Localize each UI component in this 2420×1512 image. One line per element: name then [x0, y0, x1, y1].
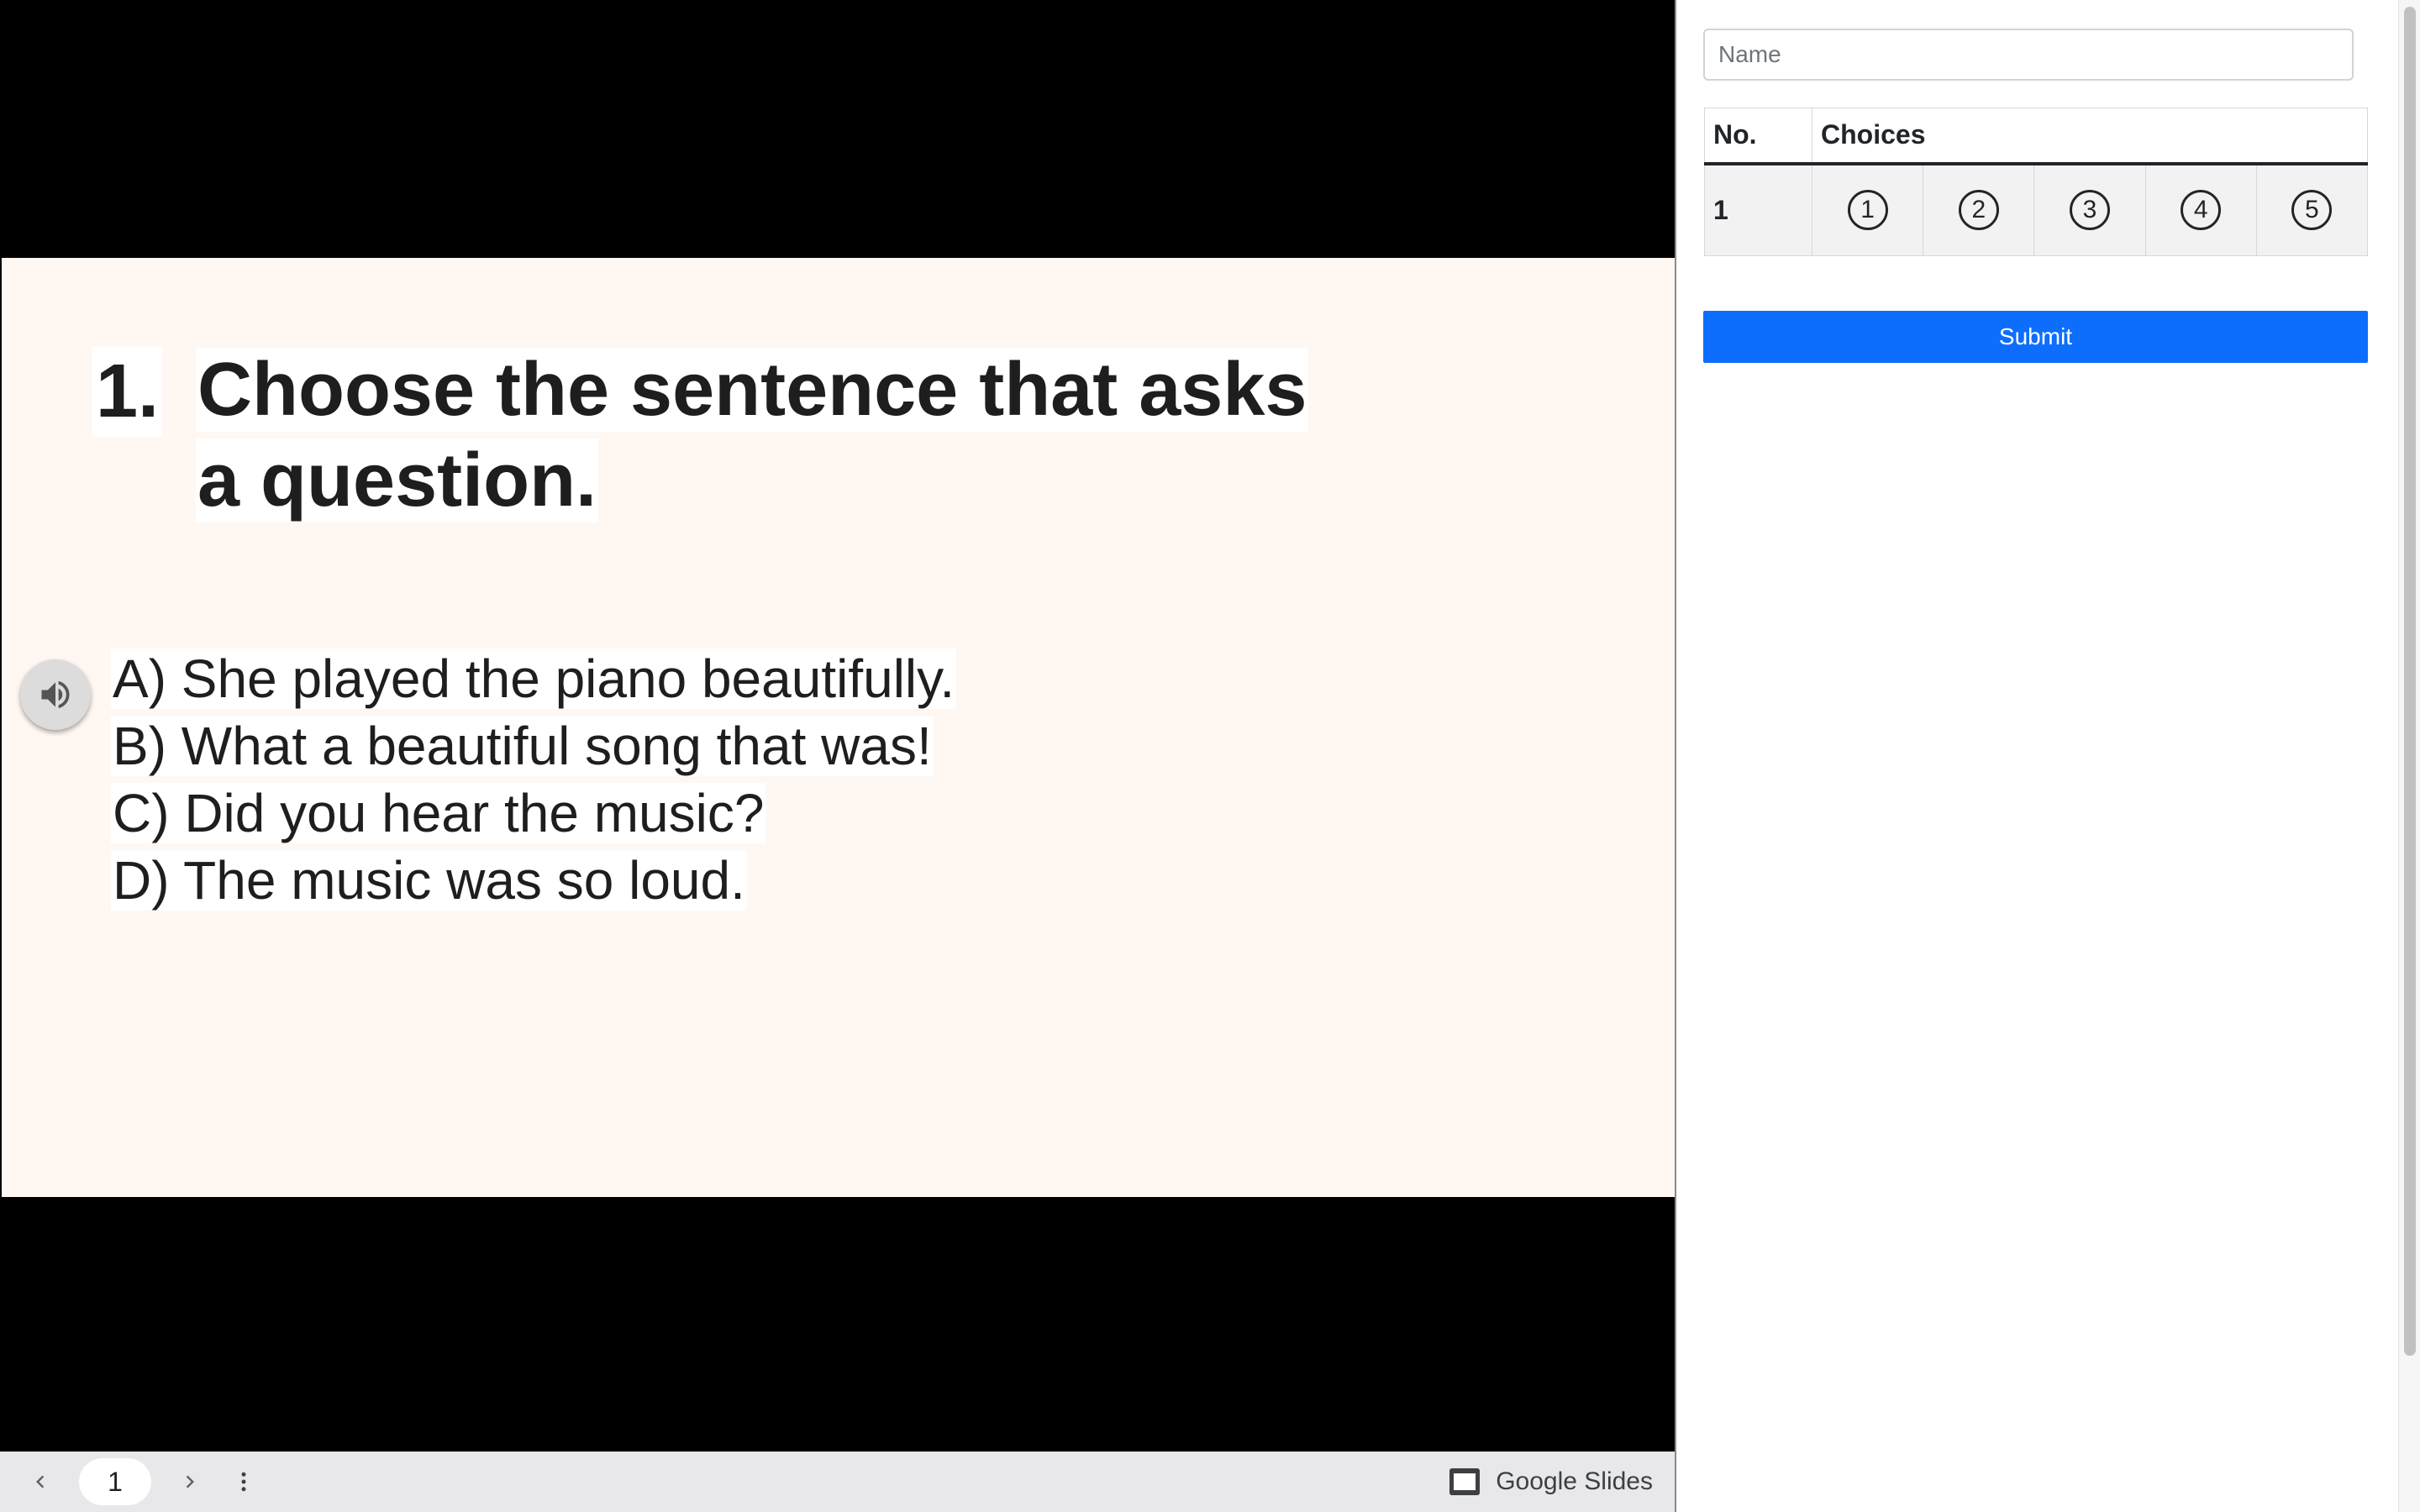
scrollbar-thumb[interactable]	[2404, 7, 2416, 1356]
page-scrollbar[interactable]	[2398, 0, 2420, 1512]
chevron-right-icon	[186, 1475, 194, 1488]
more-vert-icon	[241, 1472, 246, 1492]
question-text-label: Choose the sentence that asks a question…	[196, 348, 1309, 522]
choice-cell: 1	[1811, 163, 1924, 256]
submit-button[interactable]: Submit	[1703, 311, 2368, 363]
choice-3-radio[interactable]: 3	[2069, 190, 2110, 231]
choice-1-radio[interactable]: 1	[1847, 190, 1888, 231]
speaker-button[interactable]	[20, 659, 91, 730]
option-b: B) What a beautiful song that was!	[111, 716, 934, 776]
column-header-choices: Choices	[1812, 108, 2368, 165]
choice-cell: 2	[1923, 163, 2035, 256]
question-number: 1.	[92, 346, 163, 437]
option-a: A) She played the piano beautifully.	[111, 648, 957, 709]
choice-cell: 4	[2144, 163, 2257, 256]
option-d: D) The music was so loud.	[111, 850, 747, 911]
choice-5-radio[interactable]: 5	[2291, 190, 2333, 231]
chevron-left-icon	[36, 1475, 45, 1488]
name-input[interactable]	[1703, 29, 2354, 81]
speaker-icon	[41, 680, 70, 709]
slides-toolbar: 1 Google Slides	[0, 1452, 1675, 1512]
table-row: 1 1 2 3 4 5	[1704, 163, 2369, 256]
option-c: C) Did you hear the music?	[111, 783, 766, 843]
slides-viewer: 1. Choose the sentence that asks a quest…	[0, 0, 1676, 1512]
google-slides-label: Google Slides	[1496, 1467, 1653, 1495]
google-slides-icon	[1449, 1468, 1481, 1495]
answer-options: A) She played the piano beautifully. B) …	[111, 645, 957, 914]
next-slide-button[interactable]	[170, 1462, 210, 1502]
page-number[interactable]: 1	[79, 1458, 151, 1505]
choice-cell: 3	[2033, 163, 2146, 256]
question-no-cell: 1	[1704, 163, 1812, 256]
choice-2-radio[interactable]: 2	[1958, 190, 1999, 231]
answer-sheet-panel: No. Choices 1 1 2 3 4 5 Submit	[1702, 0, 2399, 1512]
more-options-button[interactable]	[224, 1462, 264, 1502]
choice-cell: 5	[2255, 163, 2369, 256]
question-text: Choose the sentence that asks a question…	[196, 344, 1355, 526]
previous-slide-button[interactable]	[20, 1462, 60, 1502]
google-slides-link[interactable]: Google Slides	[1449, 1452, 1653, 1512]
answer-table: No. Choices 1 1 2 3 4 5	[1704, 108, 2369, 256]
choice-4-radio[interactable]: 4	[2181, 190, 2222, 231]
table-header-row: No. Choices	[1704, 108, 2368, 165]
column-header-no: No.	[1704, 108, 1812, 165]
